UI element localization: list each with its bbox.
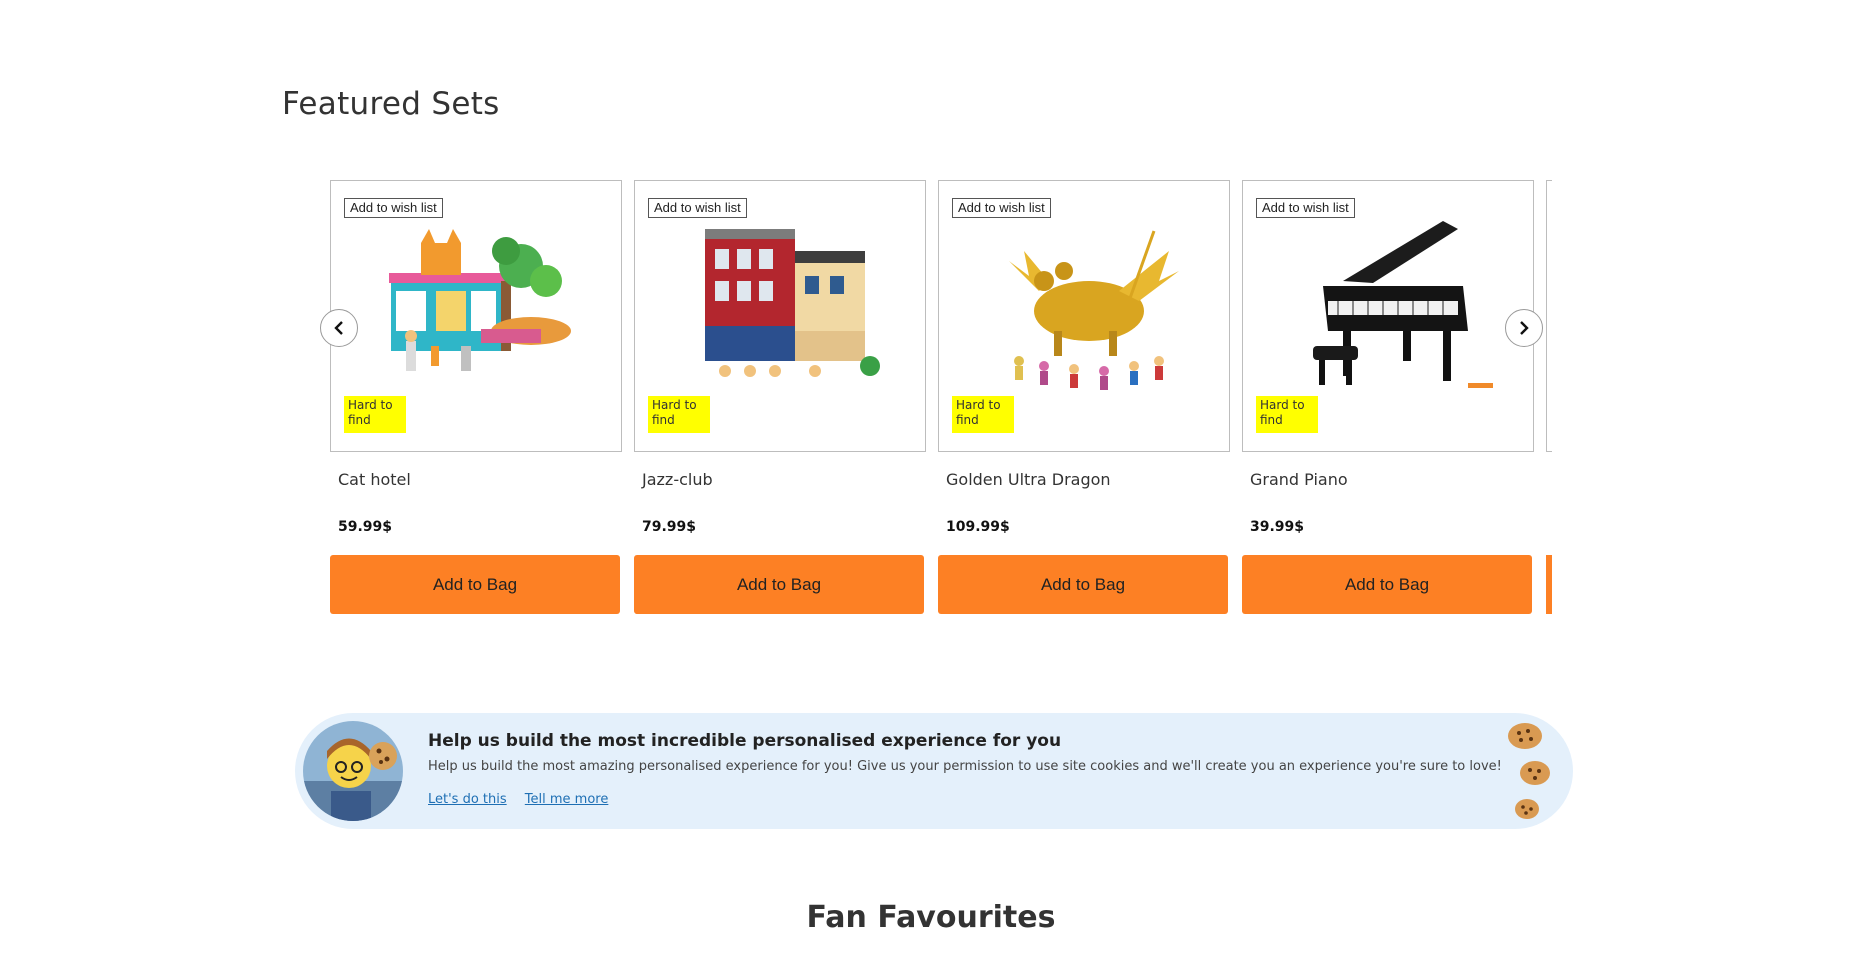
add-to-wish-list-button[interactable]: Add to wish list bbox=[1256, 198, 1355, 218]
jazz-club-image bbox=[705, 229, 880, 377]
chevron-left-icon bbox=[334, 321, 343, 335]
carousel-next-button[interactable] bbox=[1505, 309, 1543, 347]
fan-favourites-title: Fan Favourites bbox=[806, 900, 1056, 935]
peek-image-box bbox=[1546, 180, 1552, 452]
product-image-box[interactable]: Add to wish list Hard to find bbox=[634, 180, 926, 452]
cookie-banner: Help us build the most incredible person… bbox=[295, 713, 1573, 829]
next-product-card-peek bbox=[1546, 180, 1552, 620]
cookies-icon bbox=[1508, 723, 1550, 819]
product-card: Add to wish list Hard to find Golden Ult… bbox=[938, 180, 1230, 620]
hard-to-find-badge: Hard to find bbox=[1256, 396, 1318, 433]
product-name[interactable]: Grand Piano bbox=[1250, 470, 1348, 489]
product-image-box[interactable]: Add to wish list Hard to find bbox=[938, 180, 1230, 452]
product-price: 39.99$ bbox=[1250, 519, 1305, 535]
add-to-wish-list-button[interactable]: Add to wish list bbox=[648, 198, 747, 218]
minifigure-image bbox=[303, 721, 403, 821]
product-card: Add to wish list Hard to find Jazz-club … bbox=[634, 180, 926, 620]
product-price: 59.99$ bbox=[338, 519, 393, 535]
add-to-bag-button[interactable]: Add to Bag bbox=[938, 555, 1228, 614]
accept-cookies-link[interactable]: Let's do this bbox=[428, 792, 507, 807]
featured-sets-title: Featured Sets bbox=[282, 86, 500, 122]
golden-dragon-image bbox=[1009, 230, 1179, 390]
cookie-banner-text: Help us build the most amazing personali… bbox=[428, 759, 1502, 774]
add-to-bag-button[interactable]: Add to Bag bbox=[330, 555, 620, 614]
add-to-wish-list-button[interactable]: Add to wish list bbox=[952, 198, 1051, 218]
product-card: Add to wish list Hard to find Cat hotel … bbox=[330, 180, 622, 620]
grand-piano-image bbox=[1313, 221, 1493, 388]
tell-me-more-link[interactable]: Tell me more bbox=[525, 792, 609, 807]
product-name[interactable]: Jazz-club bbox=[642, 470, 713, 489]
product-price: 79.99$ bbox=[642, 519, 697, 535]
hard-to-find-badge: Hard to find bbox=[648, 396, 710, 433]
product-name[interactable]: Cat hotel bbox=[338, 470, 411, 489]
product-price: 109.99$ bbox=[946, 519, 1010, 535]
minifigure-avatar bbox=[303, 721, 403, 821]
add-to-wish-list-button[interactable]: Add to wish list bbox=[344, 198, 443, 218]
add-to-bag-button[interactable]: Add to Bag bbox=[634, 555, 924, 614]
cat-hotel-image bbox=[389, 229, 571, 371]
chevron-right-icon bbox=[1520, 321, 1529, 335]
product-image-box[interactable]: Add to wish list Hard to find bbox=[1242, 180, 1534, 452]
add-to-bag-button[interactable]: Add to Bag bbox=[1242, 555, 1532, 614]
product-card: Add to wish list Hard to find Grand Pian… bbox=[1242, 180, 1534, 620]
product-name[interactable]: Golden Ultra Dragon bbox=[946, 470, 1111, 489]
featured-carousel: Add to wish list Hard to find Cat hotel … bbox=[330, 180, 1552, 620]
cookie-banner-title: Help us build the most incredible person… bbox=[428, 731, 1062, 751]
cookie-links: Let's do this Tell me more bbox=[428, 792, 622, 807]
page: Featured Sets Add to wish list Hard to f… bbox=[0, 0, 1862, 968]
product-image-box[interactable]: Add to wish list Hard to find bbox=[330, 180, 622, 452]
hard-to-find-badge: Hard to find bbox=[344, 396, 406, 433]
peek-add-button bbox=[1546, 555, 1552, 614]
carousel-prev-button[interactable] bbox=[320, 309, 358, 347]
hard-to-find-badge: Hard to find bbox=[952, 396, 1014, 433]
